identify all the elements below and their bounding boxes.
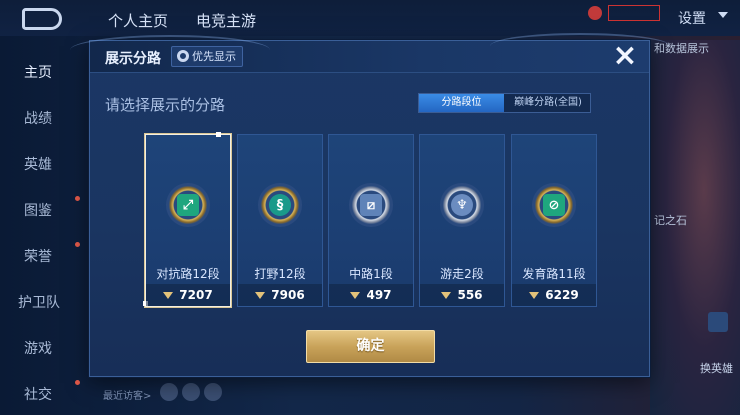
switch-hero-button[interactable]: 换英雄 — [700, 360, 733, 376]
rank-emblem: ⊘ — [532, 183, 576, 227]
back-logo-icon[interactable] — [22, 8, 62, 30]
tab-personal-home[interactable]: 个人主页 — [108, 10, 168, 31]
sidebar-item-codex[interactable]: 图鉴 — [24, 200, 52, 220]
wings-icon: ♆ — [451, 194, 473, 216]
notification-dot — [75, 380, 80, 385]
rank-chevron-icon — [529, 291, 540, 300]
stone-label: 记之石 — [654, 214, 687, 227]
rank-chevron-icon — [163, 291, 174, 300]
settings-button[interactable]: 设置 — [678, 8, 706, 28]
lane-score: 556 — [420, 284, 504, 306]
target-icon: ⊘ — [543, 194, 565, 216]
tab-esports[interactable]: 电竞主游 — [196, 10, 256, 31]
sidebar-item-honor[interactable]: 荣誉 — [24, 246, 52, 266]
sidebar: 主页 战绩 英雄 图鉴 荣誉 护卫队 游戏 社交 — [0, 40, 85, 415]
vip-icon — [588, 6, 602, 20]
top-bar: 个人主页 电竞主游 设置 — [0, 0, 740, 36]
sidebar-item-home[interactable]: 主页 — [24, 62, 52, 82]
tab-lane-rank[interactable]: 分路段位 — [419, 94, 504, 112]
tab-peak-lane[interactable]: 巅峰分路(全国) — [505, 94, 591, 112]
lane-score: 497 — [329, 284, 413, 306]
rank-chevron-icon — [350, 291, 361, 300]
score-value: 7207 — [179, 288, 213, 302]
rank-emblem: § — [258, 183, 302, 227]
score-value: 6229 — [545, 288, 579, 302]
lane-card-roam[interactable]: ♆ 游走2段 556 — [419, 134, 505, 307]
avatar[interactable] — [204, 383, 222, 401]
dragon-icon: § — [269, 194, 291, 216]
rank-emblem: ⤢ — [166, 183, 210, 227]
lane-display-modal: 展示分路 优先显示 × 请选择展示的分路 分路段位 巅峰分路(全国) ⤢ 对抗路… — [70, 33, 670, 377]
confirm-button[interactable]: 确定 — [306, 330, 435, 363]
pose-icon[interactable] — [708, 312, 728, 332]
score-value: 497 — [366, 288, 392, 302]
modal-subtitle: 请选择展示的分路 — [105, 96, 226, 114]
sword-shield-icon: ⤢ — [177, 194, 199, 216]
rank-chevron-icon — [441, 291, 452, 300]
slash-icon: ⧄ — [360, 194, 382, 216]
avatar[interactable] — [182, 383, 200, 401]
lane-label: 打野12段 — [254, 267, 306, 281]
lane-label: 中路1段 — [349, 267, 393, 281]
visitor-avatars — [160, 383, 226, 405]
sidebar-item-games[interactable]: 游戏 — [24, 338, 52, 358]
lane-card-bottom[interactable]: ⊘ 发育路11段 6229 — [511, 134, 597, 307]
notification-dot — [75, 196, 80, 201]
lane-label: 对抗路12段 — [156, 267, 220, 281]
lane-card-top[interactable]: ⤢ 对抗路12段 7207 — [143, 132, 231, 307]
lane-card-mid[interactable]: ⧄ 中路1段 497 — [328, 134, 414, 307]
avatar[interactable] — [160, 383, 178, 401]
score-value: 556 — [457, 288, 483, 302]
decorative-swoosh — [490, 33, 670, 59]
chevron-down-icon — [718, 12, 728, 18]
sidebar-item-social[interactable]: 社交 — [24, 384, 52, 404]
decorative-swoosh — [70, 35, 270, 65]
notification-dot — [75, 242, 80, 247]
lane-score: 7906 — [238, 284, 322, 306]
selection-corner — [216, 132, 221, 137]
vip-badge — [608, 5, 660, 21]
lane-label: 游走2段 — [440, 267, 484, 281]
sidebar-item-heroes[interactable]: 英雄 — [24, 154, 52, 174]
score-value: 7906 — [271, 288, 305, 302]
rank-emblem: ♆ — [440, 183, 484, 227]
sidebar-item-record[interactable]: 战绩 — [24, 108, 52, 128]
recent-visitors-link[interactable]: 最近访客> — [103, 387, 151, 402]
lane-label: 发育路11段 — [522, 267, 586, 281]
lane-card-jungle[interactable]: § 打野12段 7906 — [237, 134, 323, 307]
lane-type-toggle: 分路段位 巅峰分路(全国) — [418, 93, 591, 113]
lane-score: 6229 — [512, 284, 596, 306]
rank-chevron-icon — [255, 291, 266, 300]
rank-emblem: ⧄ — [349, 183, 393, 227]
lane-score: 7207 — [146, 284, 230, 306]
sidebar-item-guard[interactable]: 护卫队 — [18, 292, 60, 312]
